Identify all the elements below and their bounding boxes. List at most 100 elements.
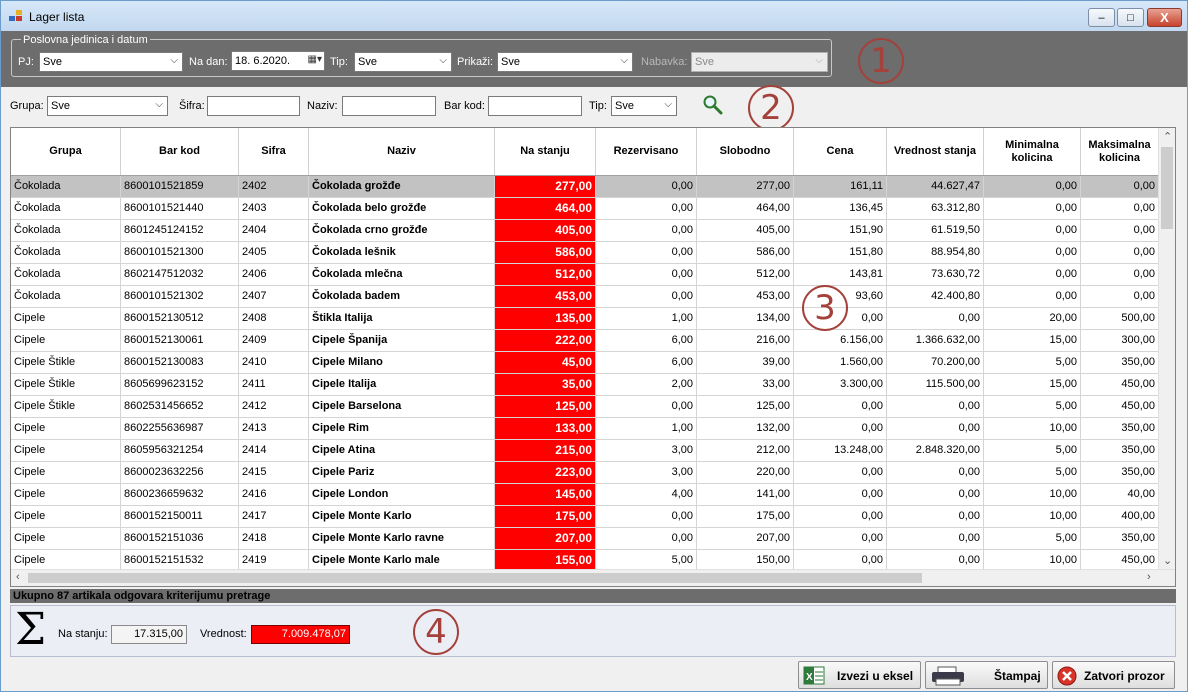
table-row[interactable]: Cipele 8600152150011 2417 Cipele Monte Karl… (11, 506, 1159, 528)
na-dan-date-picker[interactable]: 18. 6.2020. ▦▾ (231, 51, 325, 71)
prikazi-value: Sve (501, 56, 520, 68)
table-cell: 8600152151532 (121, 550, 239, 571)
vertical-scrollbar[interactable]: ⌃ ⌄ (1158, 128, 1175, 571)
sifra-input[interactable] (207, 96, 300, 116)
app-icon (9, 10, 23, 22)
table-row[interactable]: Cipele 8600236659632 2416 Cipele London 145,… (11, 484, 1159, 506)
table-row[interactable]: Cipele 8600152130512 2408 Štikla Italija 135… (11, 308, 1159, 330)
table-row[interactable]: Čokolada 8601245124152 2404 Čokolada crno g… (11, 220, 1159, 242)
search-tip-combo[interactable]: Sve ⌵ (611, 96, 677, 116)
column-header[interactable]: Vrednost stanja (887, 128, 984, 175)
table-cell: 2414 (239, 440, 309, 461)
sifra-label: Šifra: (179, 100, 205, 112)
table-cell: 5,00 (984, 462, 1081, 483)
table-cell: Čokolada grožđe (309, 176, 495, 197)
table-row[interactable]: Cipele Štikle 8605699623152 2411 Cipele Ita… (11, 374, 1159, 396)
column-header[interactable]: Grupa (11, 128, 121, 175)
table-cell: 8602255636987 (121, 418, 239, 439)
table-cell: 0,00 (596, 198, 697, 219)
table-cell: 2403 (239, 198, 309, 219)
table-cell: 0,00 (1081, 264, 1159, 285)
table-cell: 2409 (239, 330, 309, 351)
callout-badge-1: 1 (858, 38, 904, 84)
table-cell: 2407 (239, 286, 309, 307)
pj-combo[interactable]: Sve ⌵ (39, 52, 183, 72)
table-cell: 453,00 (697, 286, 794, 307)
barkod-input[interactable] (488, 96, 582, 116)
table-cell: 223,00 (495, 462, 596, 483)
column-header[interactable]: Bar kod (121, 128, 239, 175)
table-cell: 0,00 (984, 176, 1081, 197)
table-cell: 175,00 (697, 506, 794, 527)
table-row[interactable]: Cipele 8600152130061 2409 Cipele Španija 222… (11, 330, 1159, 352)
na-dan-value: 18. 6.2020. (235, 55, 291, 67)
print-button[interactable]: Štampaj (925, 661, 1048, 689)
tip-value: Sve (358, 56, 377, 68)
pj-value: Sve (43, 56, 62, 68)
grupa-combo[interactable]: Sve ⌵ (47, 96, 168, 116)
table-cell: 10,00 (984, 550, 1081, 571)
table-cell: 1.560,00 (794, 352, 887, 373)
table-cell: Cipele (11, 550, 121, 571)
close-window-button[interactable]: X (1147, 8, 1182, 27)
horizontal-scroll-thumb[interactable] (28, 573, 922, 583)
close-form-button[interactable]: Zatvori prozor (1052, 661, 1175, 689)
column-header[interactable]: Rezervisano (596, 128, 697, 175)
scroll-left-icon[interactable]: ‹ (16, 571, 20, 583)
table-row[interactable]: Čokolada 8600101521300 2405 Čokolada lešnik… (11, 242, 1159, 264)
maximize-button[interactable]: □ (1117, 8, 1144, 27)
minimize-button[interactable]: – (1088, 8, 1115, 27)
column-header[interactable]: Maksimalna kolicina (1081, 128, 1159, 175)
magnifier-icon[interactable] (702, 94, 724, 116)
column-header[interactable]: Slobodno (697, 128, 794, 175)
table-cell: 0,00 (794, 396, 887, 417)
table-cell: 125,00 (697, 396, 794, 417)
table-row[interactable]: Čokolada 8602147512032 2406 Čokolada mlečna… (11, 264, 1159, 286)
table-cell: 215,00 (495, 440, 596, 461)
scroll-up-icon[interactable]: ⌃ (1163, 130, 1172, 143)
table-cell: 2410 (239, 352, 309, 373)
chevron-down-icon: ⌵ (620, 55, 628, 66)
results-status-bar: Ukupno 87 artikala odgovara kriterijumu … (10, 589, 1176, 603)
scroll-down-icon[interactable]: ⌄ (1163, 554, 1172, 567)
table-cell: 8602147512032 (121, 264, 239, 285)
vertical-scroll-thumb[interactable] (1161, 147, 1173, 229)
table-cell: 136,45 (794, 198, 887, 219)
table-cell: Čokolada mlečna (309, 264, 495, 285)
column-header[interactable]: Cena (794, 128, 887, 175)
table-cell: 3,00 (596, 462, 697, 483)
tip-combo[interactable]: Sve ⌵ (354, 52, 452, 72)
horizontal-scrollbar[interactable]: ‹ › (11, 569, 1175, 586)
table-row[interactable]: Cipele Štikle 8600152130083 2410 Cipele Mil… (11, 352, 1159, 374)
table-cell: 61.519,50 (887, 220, 984, 241)
table-cell: 300,00 (1081, 330, 1159, 351)
table-row[interactable]: Cipele Štikle 8602531456652 2412 Cipele Bar… (11, 396, 1159, 418)
prikazi-combo[interactable]: Sve ⌵ (497, 52, 633, 72)
table-cell: 155,00 (495, 550, 596, 571)
table-cell: 6,00 (596, 352, 697, 373)
table-cell: 2.848.320,00 (887, 440, 984, 461)
scroll-right-icon[interactable]: › (1147, 571, 1151, 583)
table-cell: 8602531456652 (121, 396, 239, 417)
column-header[interactable]: Minimalna kolicina (984, 128, 1081, 175)
table-cell: Cipele Milano (309, 352, 495, 373)
table-row[interactable]: Cipele 8600152151036 2418 Cipele Monte Karl… (11, 528, 1159, 550)
table-cell: 8600023632256 (121, 462, 239, 483)
table-row[interactable]: Cipele 8605956321254 2414 Cipele Atina 215,0… (11, 440, 1159, 462)
column-header[interactable]: Na stanju (495, 128, 596, 175)
table-cell: 0,00 (1081, 220, 1159, 241)
table-row[interactable]: Čokolada 8600101521302 2407 Čokolada badem 4… (11, 286, 1159, 308)
table-row[interactable]: Cipele 8602255636987 2413 Cipele Rim 133,00 1… (11, 418, 1159, 440)
barkod-label: Bar kod: (444, 100, 485, 112)
export-excel-button[interactable]: X Izvezi u eksel (798, 661, 921, 689)
column-header[interactable]: Sifra (239, 128, 309, 175)
naziv-input[interactable] (342, 96, 436, 116)
table-cell: Cipele (11, 308, 121, 329)
table-row[interactable]: Cipele 8600023632256 2415 Cipele Pariz 223,0… (11, 462, 1159, 484)
table-cell: 134,00 (697, 308, 794, 329)
table-row[interactable]: Čokolada 8600101521859 2402 Čokolada grožđe… (11, 176, 1159, 198)
column-header[interactable]: Naziv (309, 128, 495, 175)
table-row[interactable]: Čokolada 8600101521440 2403 Čokolada belo g… (11, 198, 1159, 220)
table-cell: Čokolada badem (309, 286, 495, 307)
table-cell: 450,00 (1081, 374, 1159, 395)
